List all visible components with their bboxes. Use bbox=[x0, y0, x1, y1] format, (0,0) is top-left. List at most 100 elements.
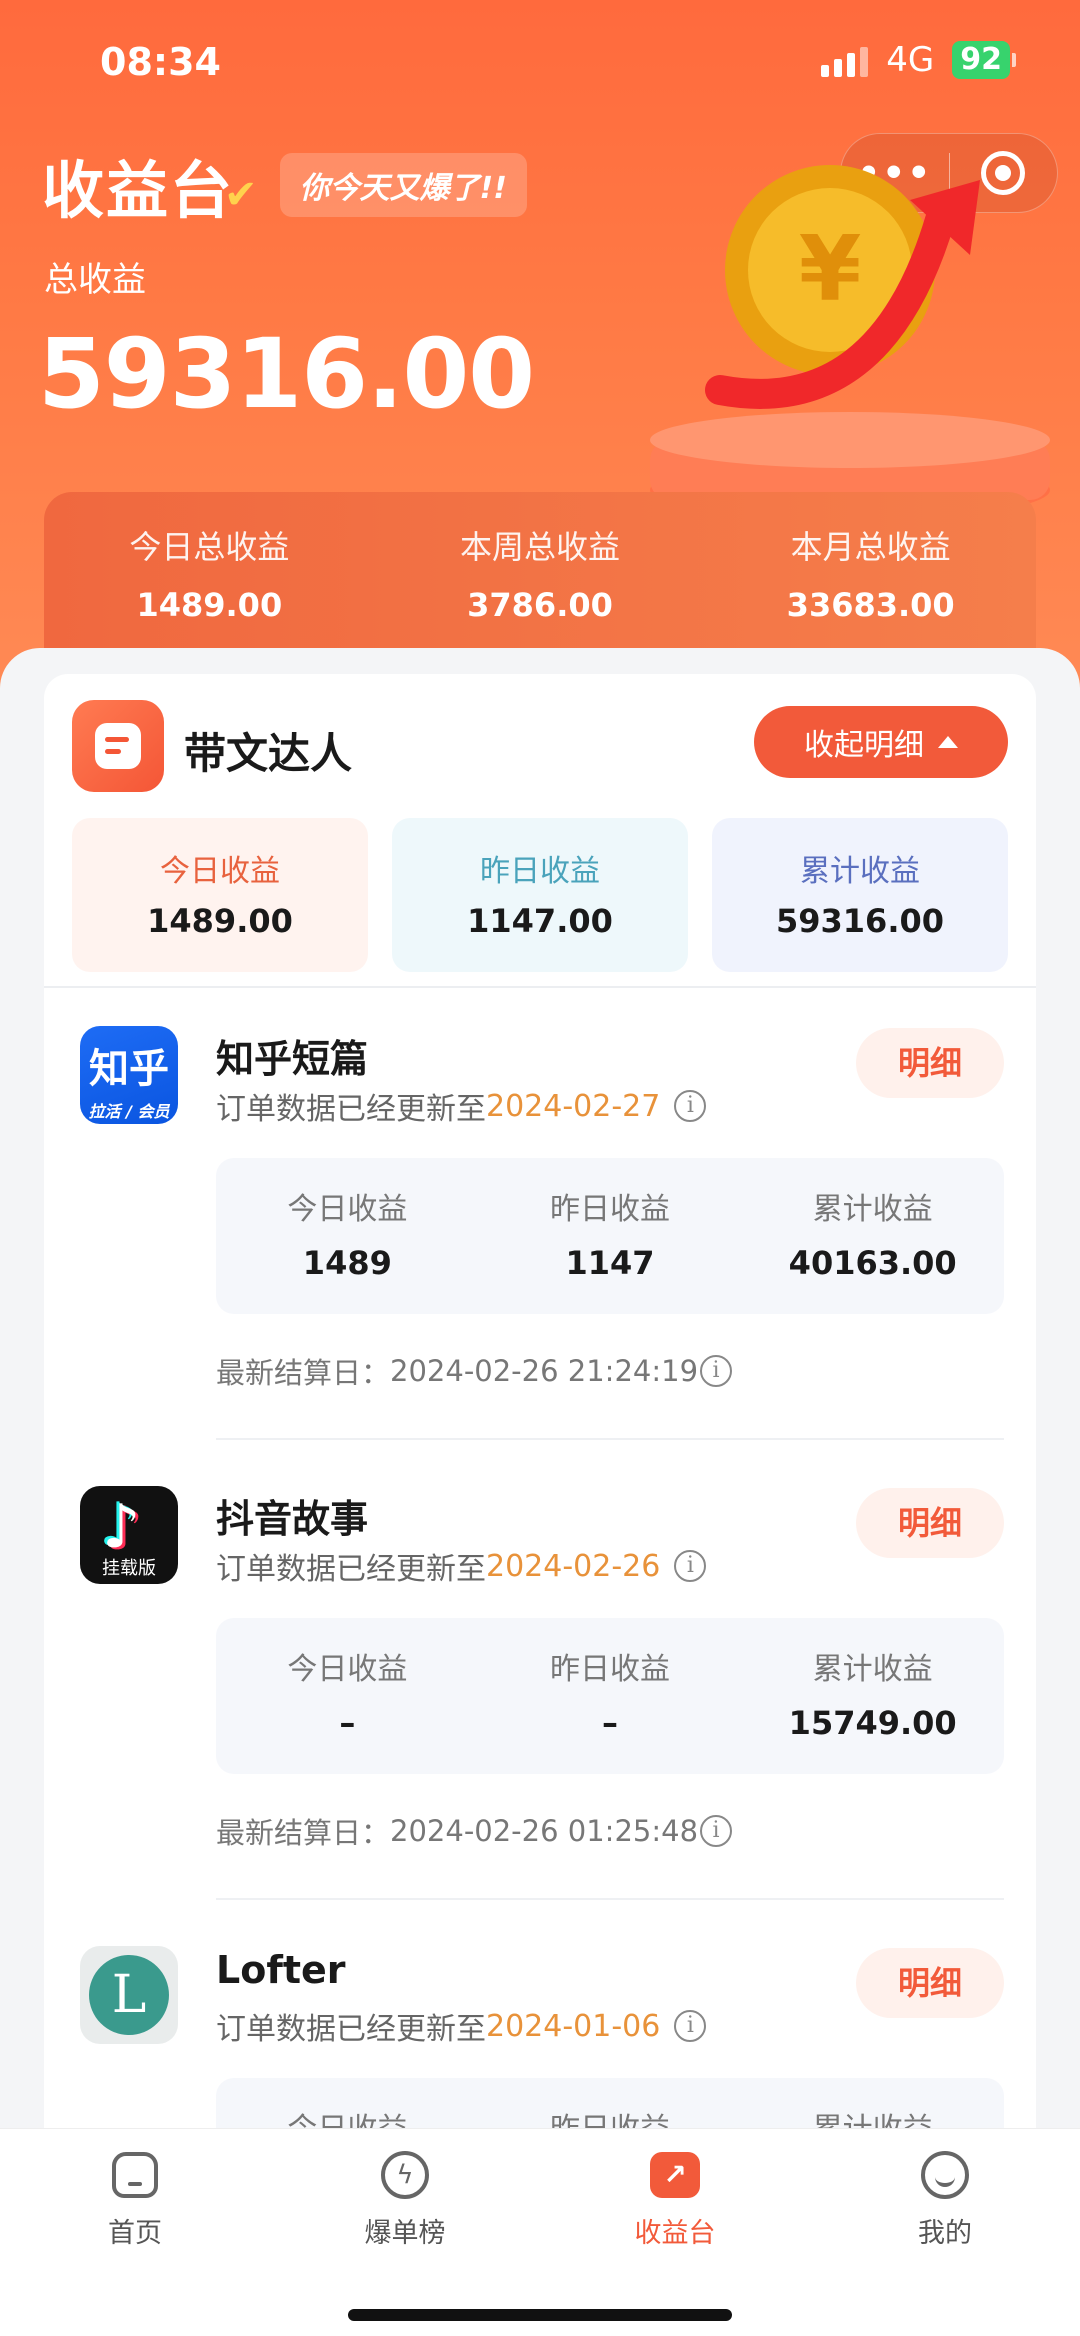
summary-yesterday: 昨日收益 1147.00 bbox=[392, 818, 688, 972]
stat-label: 今日收益 bbox=[287, 1192, 408, 1227]
update-prefix: 订单数据已经更新至 bbox=[216, 1552, 486, 1587]
settle-value: 2024-02-26 01:25:48 bbox=[390, 1814, 699, 1848]
stat-value: 15749.00 bbox=[788, 1704, 957, 1742]
settlement-date: 最新结算日： 2024-02-26 01:25:48 i bbox=[216, 1810, 733, 1852]
signal-icon bbox=[821, 43, 869, 77]
info-icon[interactable]: i bbox=[700, 1355, 733, 1387]
douyin-icon: ♪ 挂载版 bbox=[80, 1486, 178, 1584]
brand-card: 带文达人 收起明细 今日收益 1489.00 昨日收益 1147.00 累计收益… bbox=[44, 674, 1036, 2128]
check-icon: ✔ bbox=[224, 172, 258, 218]
lightning-icon: ϟ bbox=[381, 2151, 429, 2199]
platform-name: 知乎短篇 bbox=[216, 1037, 369, 1081]
divider bbox=[44, 986, 1036, 988]
stat-value: 1489 bbox=[302, 1244, 392, 1282]
battery-level: 92 bbox=[960, 42, 1002, 77]
stat-value: 1147 bbox=[565, 1244, 655, 1282]
tab-label: 爆单榜 bbox=[364, 2218, 446, 2249]
content-sheet: 带文达人 收起明细 今日收益 1489.00 昨日收益 1147.00 累计收益… bbox=[0, 648, 1080, 2128]
divider bbox=[216, 1898, 1004, 1900]
stat-label: 累计收益 bbox=[812, 1652, 933, 1687]
home-indicator[interactable] bbox=[348, 2309, 732, 2321]
status-time: 08:34 bbox=[100, 40, 221, 84]
settlement-date: 最新结算日： 2024-02-26 21:24:19 i bbox=[216, 1350, 733, 1392]
summary-label: 累计收益 bbox=[800, 854, 920, 889]
zhihu-icon-subtext: 拉活 / 会员 bbox=[88, 1102, 170, 1121]
tab-hot-list[interactable]: ϟ 爆单榜 bbox=[270, 2129, 540, 2269]
update-prefix: 订单数据已经更新至 bbox=[216, 2012, 486, 2047]
update-date: 2024-02-27 bbox=[486, 1088, 661, 1124]
stat-label: 昨日收益 bbox=[550, 1652, 670, 1687]
summary-value: 59316.00 bbox=[775, 902, 944, 940]
update-prefix: 订单数据已经更新至 bbox=[216, 1092, 486, 1127]
period-value: 3786.00 bbox=[467, 586, 613, 624]
tab-home[interactable]: 首页 bbox=[0, 2129, 270, 2269]
svg-text:¥: ¥ bbox=[799, 217, 862, 322]
divider bbox=[216, 1438, 1004, 1440]
brand-logo-icon bbox=[72, 700, 164, 792]
lofter-icon: L bbox=[80, 1946, 178, 2044]
lofter-icon-letter: L bbox=[89, 1955, 169, 2035]
tab-label: 首页 bbox=[108, 2218, 162, 2249]
summary-total: 累计收益 59316.00 bbox=[712, 818, 1008, 972]
platform-name: 抖音故事 bbox=[216, 1497, 369, 1541]
tab-profile[interactable]: 我的 bbox=[810, 2129, 1080, 2269]
detail-button[interactable]: 明细 bbox=[856, 1948, 1004, 2018]
settle-label: 最新结算日： bbox=[216, 1356, 391, 1390]
collapse-label: 收起明细 bbox=[804, 728, 924, 763]
zhihu-icon-text: 知乎 bbox=[89, 1046, 169, 1092]
summary-value: 1489.00 bbox=[147, 902, 293, 940]
period-label: 本周总收益 bbox=[460, 528, 621, 566]
earnings-icon: ↗ bbox=[650, 2152, 700, 2198]
update-date: 2024-02-26 bbox=[486, 1548, 661, 1584]
tab-earnings[interactable]: ↗ 收益台 bbox=[540, 2129, 810, 2269]
bottom-tab-bar: 首页 ϟ 爆单榜 ↗ 收益台 我的 bbox=[0, 2128, 1080, 2336]
stat-label: 昨日收益 bbox=[550, 1192, 670, 1227]
detail-button[interactable]: 明细 bbox=[856, 1488, 1004, 1558]
total-earnings-value: 59316.00 bbox=[38, 318, 535, 430]
collapse-details-button[interactable]: 收起明细 bbox=[754, 706, 1008, 778]
stat-label: 累计收益 bbox=[741, 2104, 1004, 2128]
info-icon[interactable]: i bbox=[674, 1090, 707, 1122]
coin-illustration: ¥ bbox=[650, 165, 1050, 520]
settle-label: 最新结算日： bbox=[216, 1816, 391, 1850]
stat-label: 累计收益 bbox=[812, 1192, 933, 1227]
platform-stats: 今日收益 1489 昨日收益 1147 累计收益 40163.00 bbox=[216, 1158, 1004, 1314]
period-label: 本月总收益 bbox=[790, 528, 951, 566]
update-info: 订单数据已经更新至 2024-02-26 i bbox=[216, 1544, 707, 1588]
platform-item-zhihu: 知乎 拉活 / 会员 知乎短篇 订单数据已经更新至 2024-02-27 i 明… bbox=[44, 990, 1036, 1450]
douyin-icon-note: ♪ bbox=[102, 1492, 141, 1562]
settle-value: 2024-02-26 21:24:19 bbox=[390, 1354, 699, 1388]
home-icon bbox=[112, 2152, 158, 2198]
stat-value: 40163.00 bbox=[788, 1244, 957, 1282]
stat-label: 昨日收益 bbox=[479, 2104, 742, 2128]
info-icon[interactable]: i bbox=[674, 2010, 707, 2042]
detail-button[interactable]: 明细 bbox=[856, 1028, 1004, 1098]
stat-label: 今日收益 bbox=[287, 1652, 408, 1687]
stat-label: 今日收益 bbox=[216, 2104, 479, 2128]
zhihu-icon: 知乎 拉活 / 会员 bbox=[80, 1026, 178, 1124]
update-info: 订单数据已经更新至 2024-01-06 i bbox=[216, 2004, 707, 2048]
platform-stats: 今日收益 昨日收益 累计收益 bbox=[216, 2078, 1004, 2128]
total-earnings-label: 总收益 bbox=[44, 260, 146, 300]
platform-item-douyin: ♪ 挂载版 抖音故事 订单数据已经更新至 2024-02-26 i 明细 今日收… bbox=[44, 1450, 1036, 1910]
page-title: 收益台 bbox=[42, 154, 235, 227]
profile-icon bbox=[921, 2151, 969, 2199]
summary-label: 昨日收益 bbox=[480, 854, 600, 889]
info-icon[interactable]: i bbox=[674, 1550, 707, 1582]
period-label: 今日总收益 bbox=[129, 528, 290, 566]
update-date: 2024-01-06 bbox=[486, 2008, 661, 2044]
stat-value: – bbox=[339, 1704, 356, 1742]
tab-label: 收益台 bbox=[634, 2218, 716, 2249]
douyin-icon-tag: 挂载版 bbox=[102, 1558, 156, 1579]
network-type: 4G bbox=[886, 40, 935, 80]
summary-today: 今日收益 1489.00 bbox=[72, 818, 368, 972]
update-info: 订单数据已经更新至 2024-02-27 i bbox=[216, 1084, 707, 1128]
battery-icon: 92 bbox=[952, 41, 1016, 79]
period-value: 33683.00 bbox=[786, 586, 955, 624]
info-icon[interactable]: i bbox=[700, 1815, 733, 1847]
header-banner: 08:34 4G 92 收益台 ✔ 你今天又爆了!! ••• ¥ 总收益 593… bbox=[0, 0, 1080, 700]
status-bar: 08:34 4G 92 bbox=[0, 36, 1080, 86]
tab-label: 我的 bbox=[918, 2218, 972, 2249]
summary-value: 1147.00 bbox=[467, 902, 613, 940]
brand-name: 带文达人 bbox=[184, 729, 353, 778]
